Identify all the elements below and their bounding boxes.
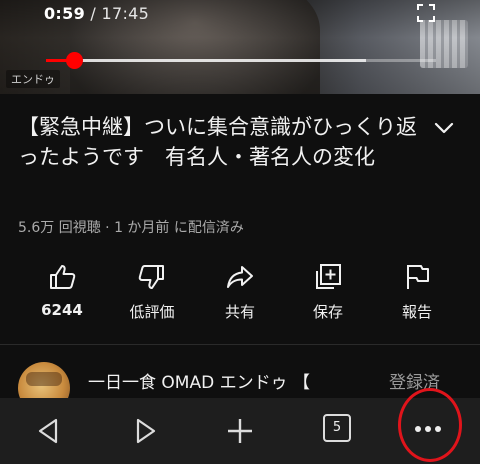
save-label: 保存 xyxy=(312,303,343,321)
back-triangle-icon[interactable] xyxy=(32,414,66,448)
save-button[interactable]: 保存 xyxy=(286,262,370,322)
channel-watermark: エンドゥ xyxy=(6,70,60,88)
video-meta: 5.6万 回視聴 · 1 か月前 に配信済み xyxy=(18,220,244,236)
current-time: 0:59 xyxy=(44,4,85,23)
thumbs-up-icon xyxy=(50,265,76,289)
channel-row[interactable]: 一日一食 OMAD エンドゥ 【 登録済 xyxy=(0,352,480,414)
like-button[interactable]: 6244 xyxy=(20,262,104,319)
like-count: 6244 xyxy=(41,301,83,319)
video-player[interactable]: 0:59 / 17:45 エンドゥ xyxy=(0,0,480,94)
plus-icon[interactable] xyxy=(223,414,257,448)
report-button[interactable]: 報告 xyxy=(375,262,459,322)
save-to-playlist-icon xyxy=(316,264,341,289)
fullscreen-icon[interactable] xyxy=(416,3,436,23)
forward-triangle-icon[interactable] xyxy=(128,414,162,448)
duration: 17:45 xyxy=(101,4,150,23)
section-divider xyxy=(0,344,480,345)
time-separator: / xyxy=(90,4,97,23)
video-title[interactable]: 【緊急中継】ついに集合意識がひっくり返ったようです 有名人・著名人の変化 xyxy=(18,112,426,172)
channel-name[interactable]: 一日一食 OMAD エンドゥ 【 xyxy=(88,368,310,393)
time-display: 0:59 / 17:45 xyxy=(44,4,149,23)
progress-scrubber[interactable] xyxy=(65,52,83,69)
action-bar: 6244 低評価 共有 保存 報告 xyxy=(0,262,480,332)
report-label: 報告 xyxy=(401,303,432,321)
dislike-button[interactable]: 低評価 xyxy=(110,262,194,322)
dislike-label: 低評価 xyxy=(129,303,175,321)
thumbs-down-icon xyxy=(138,265,164,289)
share-icon xyxy=(227,266,253,288)
progress-buffered xyxy=(46,59,366,62)
share-button[interactable]: 共有 xyxy=(198,262,282,322)
chevron-down-icon[interactable] xyxy=(433,120,455,136)
flag-icon xyxy=(407,265,429,289)
share-label: 共有 xyxy=(224,303,255,321)
highlight-circle-annotation xyxy=(398,388,462,462)
tab-count-button[interactable]: 5 xyxy=(323,414,351,442)
